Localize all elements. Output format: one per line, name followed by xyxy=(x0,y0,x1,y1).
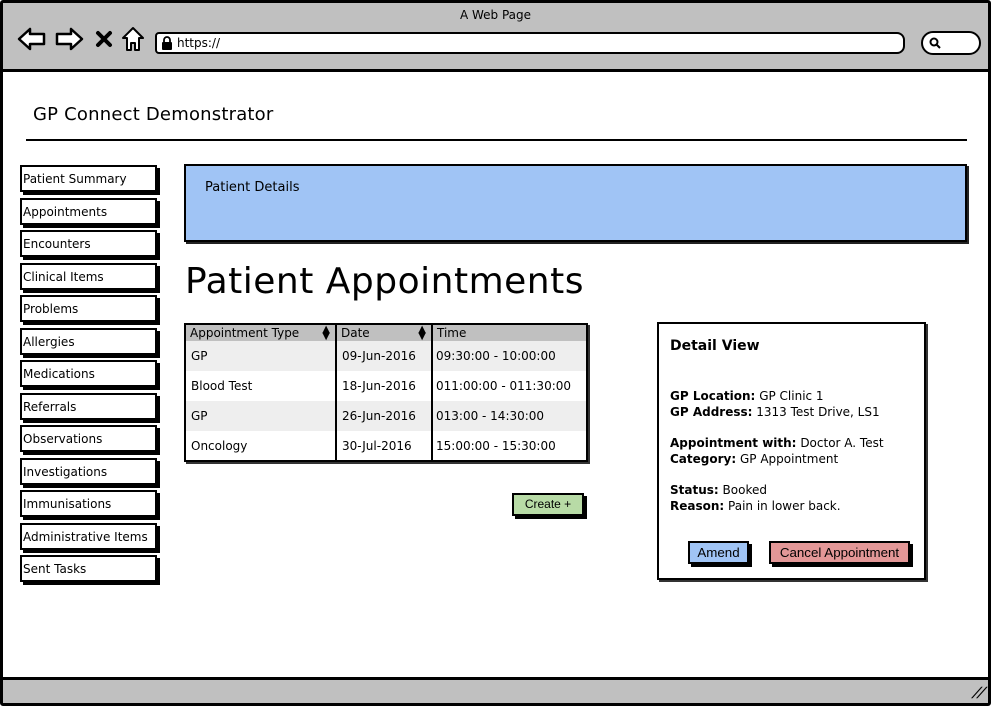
table-row[interactable]: GP 26-Jun-2016 013:00 - 14:30:00 xyxy=(185,401,587,431)
cancel-appointment-button[interactable]: Cancel Appointment xyxy=(769,541,910,564)
sidebar-item-immunisations[interactable]: Immunisations xyxy=(20,490,157,517)
sidebar-item-investigations[interactable]: Investigations xyxy=(20,457,157,485)
patient-details-banner: Patient Details xyxy=(184,164,967,242)
sidebar-item-appointments[interactable]: Appointments xyxy=(20,197,157,225)
table-row[interactable]: Oncology 30-Jul-2016 15:00:00 - 15:30:00 xyxy=(185,431,587,461)
sidebar-item-allergies[interactable]: Allergies xyxy=(20,327,157,355)
page-title: Patient Appointments xyxy=(185,261,584,302)
url-input[interactable]: https:// xyxy=(155,32,905,54)
amend-button[interactable]: Amend xyxy=(688,541,749,564)
resize-grip-icon[interactable]: // xyxy=(969,685,988,701)
search-icon xyxy=(929,37,941,49)
cell-date: 09-Jun-2016 xyxy=(336,341,433,371)
stop-icon[interactable] xyxy=(94,25,114,53)
patient-details-label: Patient Details xyxy=(205,180,300,195)
home-icon[interactable] xyxy=(120,25,146,53)
cell-type: Oncology xyxy=(185,431,337,461)
cell-time: 09:30:00 - 10:00:00 xyxy=(432,341,587,371)
detail-gp-location: GP Location: GP Clinic 1 xyxy=(670,389,824,403)
sort-icon[interactable]: ▲ ▼ xyxy=(322,325,330,342)
detail-reason: Reason: Pain in lower back. xyxy=(670,499,841,513)
sidebar-item-problems[interactable]: Problems xyxy=(20,295,157,322)
table-row[interactable]: GP 09-Jun-2016 09:30:00 - 10:00:00 xyxy=(185,341,587,371)
detail-view-title: Detail View xyxy=(670,338,760,354)
cell-type: GP xyxy=(185,401,337,431)
cell-type: Blood Test xyxy=(185,371,337,401)
sidebar-item-administrative-items[interactable]: Administrative Items xyxy=(20,522,157,550)
cell-date: 26-Jun-2016 xyxy=(336,401,433,431)
browser-search-box[interactable] xyxy=(921,31,981,55)
table-row[interactable]: Blood Test 18-Jun-2016 011:00:00 - 011:3… xyxy=(185,371,587,401)
back-arrow-icon[interactable] xyxy=(17,25,47,53)
detail-status: Status: Booked xyxy=(670,483,767,497)
sidebar-item-encounters[interactable]: Encounters xyxy=(20,230,157,257)
sidebar-item-observations[interactable]: Observations xyxy=(20,425,157,452)
detail-category: Category: GP Appointment xyxy=(670,452,839,466)
sidebar-item-referrals[interactable]: Referrals xyxy=(20,392,157,420)
table-header-row: Appointment Type ▲ ▼ Date ▲ ▼ Time xyxy=(185,324,587,342)
cell-type: GP xyxy=(185,341,337,371)
cell-time: 013:00 - 14:30:00 xyxy=(432,401,587,431)
detail-gp-address: GP Address: 1313 Test Drive, LS1 xyxy=(670,405,880,419)
sidebar-nav: Patient Summary Appointments Encounters … xyxy=(20,165,160,588)
lock-icon xyxy=(162,36,172,50)
browser-status-bar: // xyxy=(3,677,989,703)
sidebar-item-medications[interactable]: Medications xyxy=(20,360,157,387)
cell-time: 011:00:00 - 011:30:00 xyxy=(432,371,587,401)
column-header-time: Time xyxy=(432,324,587,341)
detail-appointment-with: Appointment with: Doctor A. Test xyxy=(670,436,884,450)
cell-time: 15:00:00 - 15:30:00 xyxy=(432,431,587,461)
sidebar-item-patient-summary[interactable]: Patient Summary xyxy=(20,165,157,192)
url-text: https:// xyxy=(177,36,221,50)
app-title: GP Connect Demonstrator xyxy=(33,104,274,125)
detail-view-panel: Detail View GP Location: GP Clinic 1 GP … xyxy=(657,322,926,580)
cell-date: 18-Jun-2016 xyxy=(336,371,433,401)
column-header-date[interactable]: Date ▲ ▼ xyxy=(336,324,433,342)
browser-window: A Web Page https:// GP Connect Demonstra… xyxy=(0,0,991,706)
column-header-appointment-type[interactable]: Appointment Type ▲ ▼ xyxy=(185,324,337,342)
cell-date: 30-Jul-2016 xyxy=(336,431,433,461)
sidebar-item-sent-tasks[interactable]: Sent Tasks xyxy=(20,555,157,582)
title-divider xyxy=(26,139,967,141)
forward-arrow-icon[interactable] xyxy=(54,25,84,53)
appointments-table: Appointment Type ▲ ▼ Date ▲ ▼ Time GP 09-J… xyxy=(184,323,588,462)
window-title: A Web Page xyxy=(459,8,532,22)
sort-icon[interactable]: ▲ ▼ xyxy=(418,325,426,342)
create-appointment-button[interactable]: Create + xyxy=(512,493,584,516)
browser-toolbar: A Web Page https:// xyxy=(3,3,988,72)
sidebar-item-clinical-items[interactable]: Clinical Items xyxy=(20,262,157,290)
